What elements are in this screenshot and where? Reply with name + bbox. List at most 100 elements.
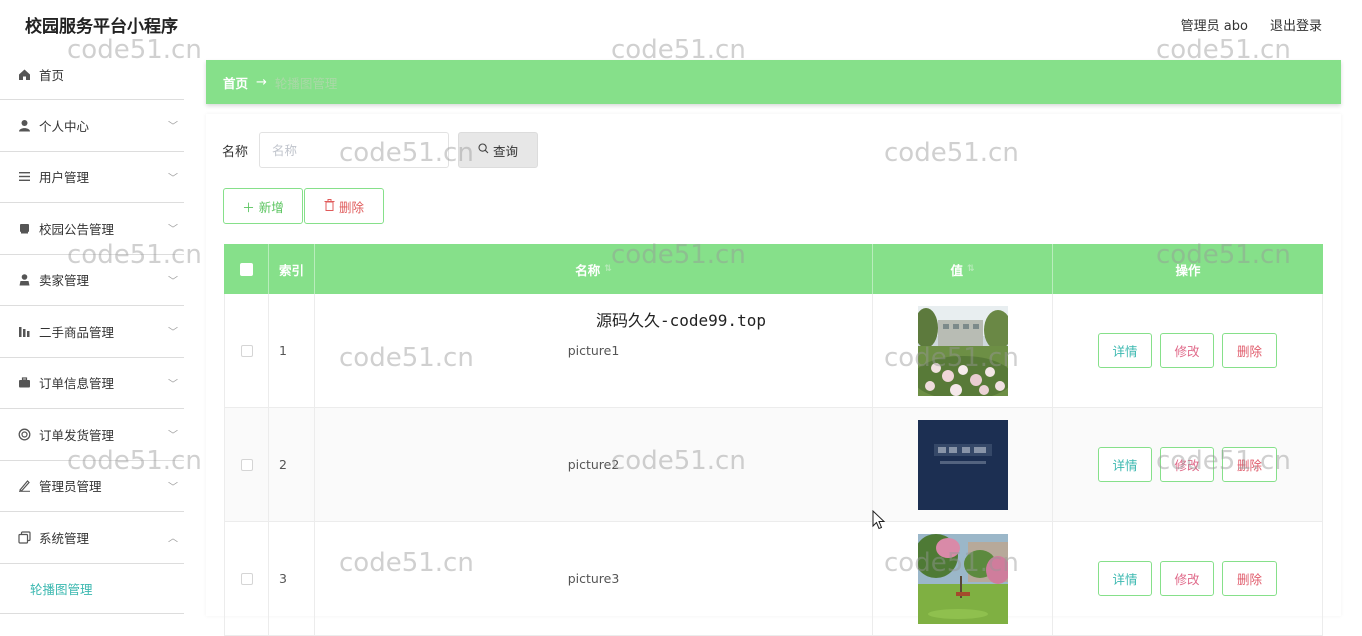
chevron-up-icon: ︿ (168, 533, 178, 545)
notice-icon (17, 221, 31, 235)
copy-icon (17, 530, 31, 544)
row-actions: 详情 修改 删除 (1053, 294, 1323, 407)
row-value-cell (873, 522, 1053, 635)
briefcase-icon (17, 376, 31, 390)
breadcrumb-arrow-icon: → (256, 74, 267, 90)
breadcrumb: 首页 → 轮播图管理 (206, 60, 1341, 104)
row-checkbox-cell (224, 294, 269, 407)
sidebar-item-label: 系统管理 (39, 530, 90, 546)
header-value[interactable]: 值 ⇅ (873, 244, 1053, 294)
sidebar-item-label: 二手商品管理 (39, 324, 115, 340)
person-icon (17, 118, 31, 132)
delete-button[interactable]: 删除 (1222, 447, 1277, 482)
carousel-table: 索引 名称 ⇅ 值 ⇅ 操作 1 picture1 详情 修改 删除 2 pic… (224, 244, 1323, 636)
row-index: 2 (269, 408, 315, 521)
sidebar-item-admins[interactable]: 管理员管理 ﹀ (0, 461, 184, 512)
header-operation: 操作 (1175, 262, 1201, 278)
circle-icon (17, 427, 31, 441)
carousel-image-campus-garden[interactable] (917, 305, 1008, 396)
search-input[interactable] (259, 132, 450, 168)
delete-button[interactable]: 删除 (1222, 561, 1277, 596)
trash-icon (324, 198, 335, 214)
carousel-image-campus-park[interactable] (917, 533, 1008, 624)
sidebar-item-label: 首页 (39, 68, 65, 83)
sidebar-subitem-carousel[interactable]: 轮播图管理 (0, 564, 184, 614)
sidebar-item-goods[interactable]: 二手商品管理 ﹀ (0, 306, 184, 358)
detail-button[interactable]: 详情 (1098, 447, 1152, 482)
row-actions: 详情 修改 删除 (1053, 522, 1323, 635)
chevron-down-icon: ﹀ (168, 327, 178, 339)
carousel-image-dark-blue-sign[interactable] (917, 419, 1008, 510)
row-checkbox-cell (224, 408, 269, 521)
edit-button[interactable]: 修改 (1160, 561, 1214, 596)
action-bar: ＋ 新增 删除 (223, 188, 384, 224)
row-actions: 详情 修改 删除 (1053, 408, 1323, 521)
table-header: 索引 名称 ⇅ 值 ⇅ 操作 (224, 244, 1323, 294)
mouse-cursor-icon (872, 509, 886, 534)
breadcrumb-current: 轮播图管理 (274, 75, 338, 91)
row-name: picture2 (315, 408, 873, 521)
detail-button[interactable]: 详情 (1098, 333, 1152, 368)
sidebar-item-orders[interactable]: 订单信息管理 ﹀ (0, 358, 184, 409)
chevron-down-icon: ﹀ (168, 224, 178, 236)
chevron-down-icon: ﹀ (168, 482, 178, 494)
row-checkbox-cell (224, 522, 269, 635)
add-button[interactable]: ＋ 新增 (223, 188, 303, 224)
search-bar: 名称 查询 (222, 132, 539, 168)
sort-icon: ⇅ (966, 264, 975, 274)
sidebar-item-system[interactable]: 系统管理 ︿ (0, 512, 184, 564)
source-overlay-text: 源码久久-code99.top (596, 311, 766, 330)
chevron-down-icon: ﹀ (168, 276, 178, 288)
list-icon (17, 170, 31, 184)
row-checkbox[interactable] (240, 458, 253, 471)
row-checkbox[interactable] (240, 572, 253, 585)
chevron-down-icon: ﹀ (168, 173, 178, 185)
logout-link[interactable]: 退出登录 (1270, 15, 1322, 34)
sidebar: 首页 个人中心 ﹀ 用户管理 ﹀ 校园公告管理 ﹀ 卖家管理 ﹀ 二手商品管理 … (0, 50, 184, 616)
sidebar-item-shipping[interactable]: 订单发货管理 ﹀ (0, 409, 184, 461)
edit-button[interactable]: 修改 (1160, 447, 1214, 482)
sidebar-item-users[interactable]: 用户管理 ﹀ (0, 152, 184, 203)
sort-icon: ⇅ (604, 264, 612, 274)
sidebar-item-label: 校园公告管理 (39, 221, 115, 237)
sidebar-item-sellers[interactable]: 卖家管理 ﹀ (0, 255, 184, 306)
header-checkbox-cell (224, 244, 269, 294)
user-info: 管理员 abo 退出登录 (1181, 15, 1322, 34)
breadcrumb-home[interactable]: 首页 (223, 73, 248, 92)
edit-button[interactable]: 修改 (1160, 333, 1214, 368)
select-all-checkbox[interactable] (239, 262, 253, 276)
sidebar-item-label: 管理员管理 (39, 479, 102, 495)
table-row: 1 picture1 详情 修改 删除 (224, 294, 1323, 408)
sidebar-item-personal[interactable]: 个人中心 ﹀ (0, 100, 184, 152)
header-name[interactable]: 名称 ⇅ (315, 244, 873, 294)
sidebar-item-label: 个人中心 (39, 118, 90, 134)
search-button-label: 查询 (493, 143, 519, 159)
row-value-cell (873, 408, 1053, 521)
table-row: 3 picture3 详情 修改 删除 (224, 522, 1323, 636)
row-value-cell (873, 294, 1053, 407)
chart-icon (17, 324, 31, 338)
chevron-down-icon: ﹀ (168, 121, 178, 133)
main-content: 首页 → 轮播图管理 名称 查询 ＋ 新增 删除 (206, 50, 1341, 636)
seller-icon (17, 273, 31, 287)
search-button[interactable]: 查询 (458, 132, 539, 168)
sidebar-item-label: 订单信息管理 (39, 376, 115, 392)
sidebar-item-home[interactable]: 首页 (0, 50, 184, 100)
row-name: picture1 (315, 294, 873, 407)
batch-delete-button[interactable]: 删除 (304, 188, 384, 224)
row-index: 1 (269, 294, 315, 407)
pen-icon (17, 479, 31, 493)
content-panel: 名称 查询 ＋ 新增 删除 索引 (206, 114, 1341, 636)
chevron-down-icon: ﹀ (168, 379, 178, 391)
current-user[interactable]: 管理员 abo (1181, 15, 1248, 34)
sidebar-item-label: 卖家管理 (39, 273, 90, 289)
row-checkbox[interactable] (240, 344, 253, 357)
sidebar-item-label: 订单发货管理 (39, 427, 115, 443)
home-icon (17, 68, 31, 82)
search-label: 名称 (222, 144, 249, 160)
sidebar-item-label: 用户管理 (39, 170, 90, 186)
delete-button[interactable]: 删除 (1222, 333, 1277, 368)
sidebar-item-notices[interactable]: 校园公告管理 ﹀ (0, 203, 184, 255)
search-icon (478, 143, 489, 157)
detail-button[interactable]: 详情 (1098, 561, 1152, 596)
